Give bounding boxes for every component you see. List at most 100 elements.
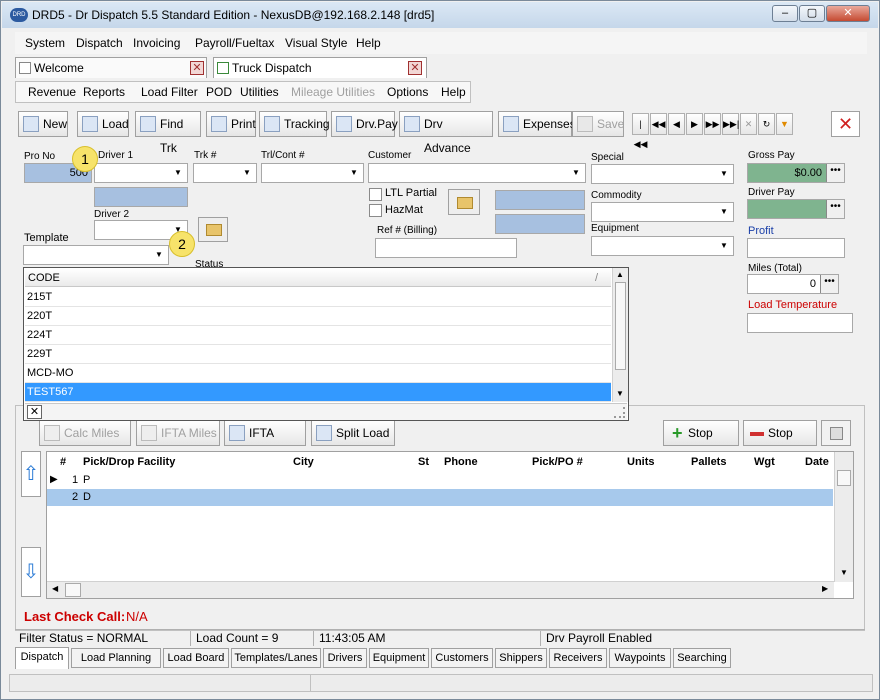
scroll-down-icon[interactable]: ▼ (840, 568, 848, 577)
tab-dispatch[interactable]: Dispatch (15, 647, 69, 669)
close-window-button[interactable]: ✕ (826, 5, 870, 22)
trailer-select[interactable]: ▼ (261, 163, 364, 183)
load-button[interactable]: Load (77, 111, 129, 137)
tab-templates-lanes[interactable]: Templates/Lanes (231, 648, 321, 668)
menu-dispatch[interactable]: Dispatch (76, 36, 123, 50)
table-row[interactable]: 2 D (47, 489, 833, 506)
scroll-down-icon[interactable]: ▼ (616, 389, 624, 398)
list-item[interactable]: 229T (25, 345, 611, 364)
ifta-fuel-button[interactable]: IFTA FUEL (224, 420, 306, 464)
close-form-icon[interactable]: ✕ (831, 111, 860, 137)
filter-icon[interactable]: ▼ (776, 113, 793, 135)
driver-pay-ellipsis-button[interactable]: ••• (826, 200, 844, 218)
miles-ellipsis-button[interactable]: ••• (820, 275, 838, 293)
move-stop-up-icon[interactable]: ⇧ (21, 451, 41, 497)
stops-grid-hscrollbar[interactable]: ◀ ▶ (47, 581, 834, 598)
driver-pay-field[interactable]: ••• (747, 199, 845, 219)
stops-grid-vscrollbar[interactable]: ▼ (834, 452, 853, 582)
tab-receivers[interactable]: Receivers (549, 648, 607, 668)
chevron-down-icon: ▼ (174, 168, 182, 177)
menu-options[interactable]: Options (387, 85, 428, 99)
expenses-button[interactable]: Expenses (498, 111, 576, 137)
tab-load-board[interactable]: Load Board (163, 648, 229, 668)
tab-equipment[interactable]: Equipment (369, 648, 429, 668)
chevron-down-icon: ▼ (155, 250, 163, 259)
dropdown-vscrollbar[interactable]: ▲ ▼ (612, 268, 628, 402)
scroll-thumb[interactable] (65, 583, 81, 597)
list-item[interactable]: 215T (25, 288, 611, 307)
first-record-icon[interactable]: |◀◀ (632, 113, 649, 149)
customer-select[interactable]: ▼ (368, 163, 586, 183)
tab-truck-dispatch[interactable]: Truck Dispatch ✕ (213, 57, 427, 78)
tracking-button[interactable]: Tracking (259, 111, 330, 137)
scroll-thumb[interactable] (615, 282, 626, 370)
equipment-select[interactable]: ▼ (591, 236, 734, 256)
load-temp-field[interactable] (747, 313, 853, 333)
move-stop-down-icon[interactable]: ⇩ (21, 547, 41, 597)
scroll-thumb[interactable] (837, 470, 851, 486)
menu-pod[interactable]: POD (206, 85, 232, 99)
menu-revenue[interactable]: Revenue (28, 85, 76, 99)
hazmat-checkbox[interactable] (369, 204, 382, 217)
list-item[interactable]: 220T (25, 307, 611, 326)
close-tab-truck-dispatch-icon[interactable]: ✕ (408, 61, 422, 75)
menu-system[interactable]: System (25, 36, 65, 50)
stops-save-button[interactable] (821, 420, 851, 446)
next-page-icon[interactable]: ▶▶ (704, 113, 721, 135)
scroll-right-icon[interactable]: ▶ (822, 584, 828, 593)
template-select[interactable]: ▼ (23, 245, 169, 265)
menu-load-filter[interactable]: Load Filter (141, 85, 198, 99)
resize-grip-icon[interactable] (614, 407, 625, 418)
miles-field[interactable]: 0 ••• (747, 274, 839, 294)
drv-pay-button[interactable]: Drv.Pay (331, 111, 398, 137)
commodity-select[interactable]: ▼ (591, 202, 734, 222)
maximize-button[interactable]: ▢ (799, 5, 825, 22)
tab-waypoints[interactable]: Waypoints (609, 648, 671, 668)
tab-welcome[interactable]: Welcome ✕ (15, 57, 207, 78)
tab-shippers[interactable]: Shippers (495, 648, 547, 668)
close-tab-welcome-icon[interactable]: ✕ (190, 61, 204, 75)
new-button[interactable]: New (18, 111, 68, 137)
menu-invoicing[interactable]: Invoicing (133, 36, 180, 50)
ltl-partial-checkbox[interactable] (369, 188, 382, 201)
split-load-button[interactable]: Split Load (311, 420, 395, 446)
minimize-button[interactable]: – (772, 5, 798, 22)
menu-help-dispatch[interactable]: Help (441, 85, 466, 99)
driver1-select[interactable]: ▼ (94, 163, 188, 183)
tab-load-planning[interactable]: Load Planning (71, 648, 161, 668)
menu-utilities[interactable]: Utilities (240, 85, 279, 99)
truck-select[interactable]: ▼ (193, 163, 257, 183)
next-record-icon[interactable]: ▶ (686, 113, 703, 135)
cancel-edit-icon[interactable]: ✕ (740, 113, 757, 135)
last-record-icon[interactable]: ▶▶| (722, 113, 739, 135)
tab-customers[interactable]: Customers (431, 648, 493, 668)
gross-pay-field[interactable]: $0.00 ••• (747, 163, 845, 183)
customer-message-button[interactable] (448, 189, 480, 215)
drv-advance-button[interactable]: Drv Advance (399, 111, 493, 155)
gross-pay-ellipsis-button[interactable]: ••• (826, 164, 844, 182)
print-button[interactable]: Print (206, 111, 256, 137)
scroll-up-icon[interactable]: ▲ (616, 270, 624, 279)
driver-message-button[interactable] (198, 217, 228, 242)
list-item-selected[interactable]: TEST567 (25, 383, 611, 402)
find-trk-button[interactable]: Find Trk (135, 111, 201, 155)
tab-searching[interactable]: Searching (673, 648, 731, 668)
dropdown-close-button[interactable]: ✕ (27, 405, 42, 419)
remove-stop-button[interactable]: Stop (743, 420, 817, 446)
ref-billing-field[interactable] (375, 238, 517, 258)
minus-icon (750, 432, 764, 436)
table-row[interactable]: ▶ 1 P (47, 472, 833, 489)
tab-drivers[interactable]: Drivers (323, 648, 367, 668)
prev-page-icon[interactable]: ◀◀ (650, 113, 667, 135)
refresh-icon[interactable]: ↻ (758, 113, 775, 135)
list-item[interactable]: 224T (25, 326, 611, 345)
special-select[interactable]: ▼ (591, 164, 734, 184)
menu-reports[interactable]: Reports (83, 85, 125, 99)
list-item[interactable]: MCD-MO (25, 364, 611, 383)
add-stop-button[interactable]: + Stop (663, 420, 739, 446)
menu-visual-style[interactable]: Visual Style (285, 36, 347, 50)
prev-record-icon[interactable]: ◀ (668, 113, 685, 135)
menu-help[interactable]: Help (356, 36, 381, 50)
menu-payroll[interactable]: Payroll/Fueltax (195, 36, 274, 50)
scroll-left-icon[interactable]: ◀ (52, 584, 58, 593)
